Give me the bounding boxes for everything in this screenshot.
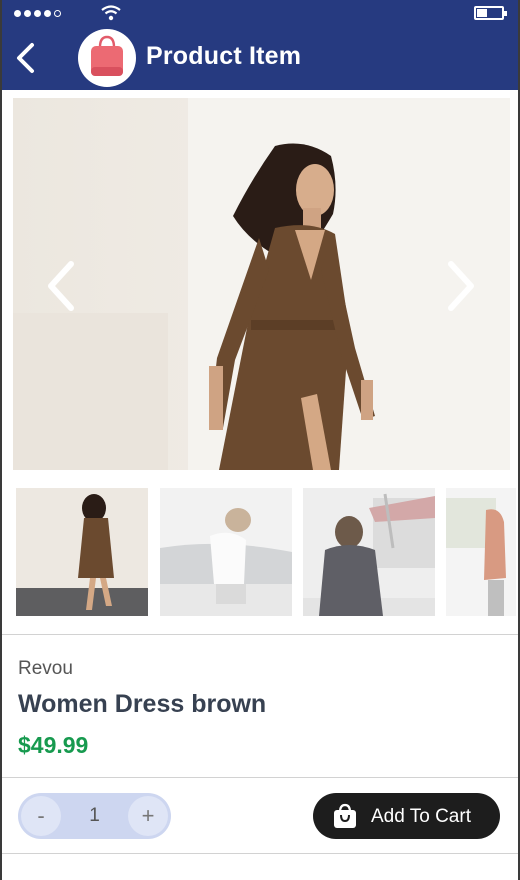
- thumbnail-4[interactable]: [446, 488, 516, 616]
- product-brand: Revou: [18, 658, 73, 679]
- product-main-image: [13, 98, 510, 470]
- divider: [2, 853, 518, 854]
- battery-icon: [474, 6, 507, 20]
- page-title: Product Item: [146, 42, 302, 70]
- shopping-bag-icon: [334, 803, 356, 828]
- decrease-quantity-button[interactable]: -: [21, 796, 61, 836]
- shopping-bag-icon: [78, 29, 136, 87]
- thumbnail-1[interactable]: [16, 488, 148, 616]
- status-bar: [2, 0, 518, 28]
- thumbnail-3[interactable]: [303, 488, 435, 616]
- quantity-stepper: - 1 +: [18, 793, 171, 839]
- previous-image-button[interactable]: [41, 258, 81, 314]
- signal-strength-icon: [14, 10, 61, 17]
- wifi-icon: [101, 5, 121, 21]
- quantity-value: 1: [89, 805, 100, 826]
- add-to-cart-label: Add To Cart: [371, 806, 471, 827]
- product-price: $49.99: [18, 732, 89, 758]
- back-button[interactable]: [10, 40, 42, 76]
- app-screen: Product Item Revou Women Dress brown $49…: [0, 0, 520, 880]
- divider: [2, 777, 518, 778]
- thumbnail-2[interactable]: [160, 488, 292, 616]
- increase-quantity-button[interactable]: +: [128, 796, 168, 836]
- add-to-cart-button[interactable]: Add To Cart: [313, 793, 500, 839]
- thumbnail-strip: [16, 488, 516, 616]
- product-name: Women Dress brown: [18, 690, 267, 718]
- next-image-button[interactable]: [441, 258, 481, 314]
- app-header: Product Item: [2, 28, 518, 90]
- divider: [2, 634, 518, 635]
